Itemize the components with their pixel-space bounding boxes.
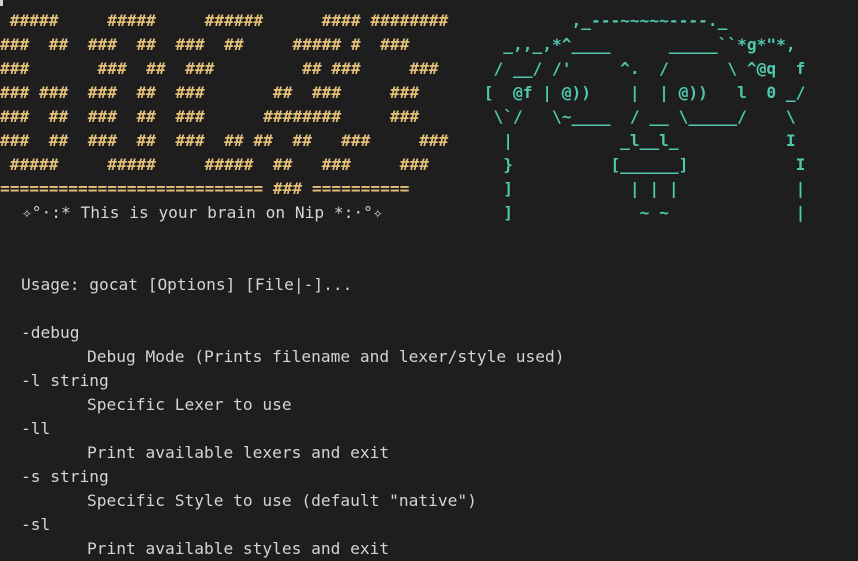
cursor xyxy=(0,0,3,6)
banner-ascii-logo: ##### ##### ###### #### ######## ### ## … xyxy=(0,11,449,198)
option-description: Print available styles and exit xyxy=(87,539,390,558)
help-output: Usage: gocat [Options] [File|-]... -debu… xyxy=(21,273,565,561)
option-flag: -s string xyxy=(21,467,109,486)
option-description: Specific Lexer to use xyxy=(87,395,292,414)
option-description: Print available lexers and exit xyxy=(87,443,390,462)
option-flag: -l string xyxy=(21,371,109,390)
option-description: Specific Style to use (default "native") xyxy=(87,491,477,510)
option-flag: -ll xyxy=(21,419,51,438)
banner-ascii-cat: ,_---~~~~~----._ _,,_,*^____ _____``*g*"… xyxy=(483,11,806,222)
option-flag: -sl xyxy=(21,515,51,534)
usage-line: Usage: gocat [Options] [File|-]... xyxy=(21,275,353,294)
terminal-window[interactable]: ##### ##### ###### #### ######## ### ## … xyxy=(0,0,858,560)
option-flag: -debug xyxy=(21,323,80,342)
option-description: Debug Mode (Prints filename and lexer/st… xyxy=(87,347,565,366)
banner-tagline: ✧°·:* This is your brain on Nip *:·°✧ xyxy=(22,203,383,222)
